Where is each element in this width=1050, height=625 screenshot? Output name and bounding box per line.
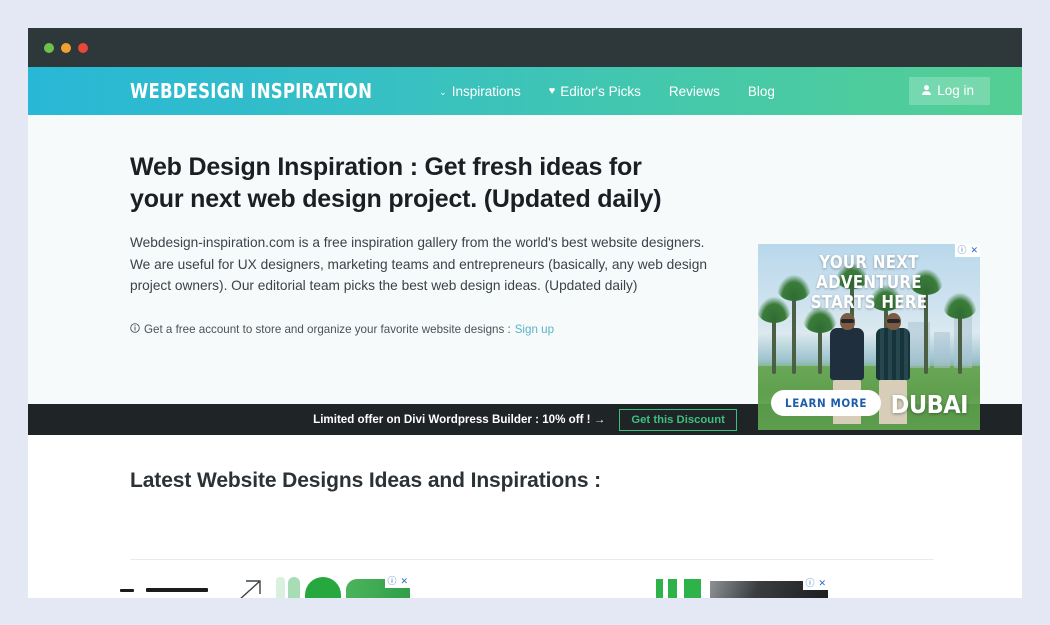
peek-bar-2 — [668, 579, 677, 598]
bottom-ad-close-icon[interactable]: ✕ — [398, 575, 410, 588]
ad-choices-controls: ⓘ ✕ — [955, 244, 980, 257]
login-button[interactable]: Log in — [909, 77, 990, 105]
peek-arrow-icon — [240, 580, 261, 598]
nav-label-editors-picks: Editor's Picks — [560, 83, 641, 99]
page-title: Web Design Inspiration : Get fresh ideas… — [130, 153, 662, 213]
bottom-right-ad-info-icon[interactable]: ⓘ — [803, 577, 816, 590]
main-navigation: ⌄ Inspirations ♥ Editor's Picks Reviews … — [439, 84, 775, 99]
login-label: Log in — [937, 83, 974, 98]
promo-text: Limited offer on Divi Wordpress Builder … — [313, 413, 606, 426]
ad-banner-dubai[interactable]: YOUR NEXT ADVENTURE STARTS HERE LEARN MO… — [758, 244, 980, 430]
peek-bar-3 — [684, 579, 701, 598]
nav-item-inspirations[interactable]: ⌄ Inspirations — [439, 84, 521, 99]
peek-logo-mark-1 — [120, 589, 134, 592]
browser-window: WEBDESIGN INSPIRATION ⌄ Inspirations ♥ E… — [28, 28, 1022, 598]
ad-headline: YOUR NEXT ADVENTURE STARTS HERE — [766, 253, 972, 312]
signup-link[interactable]: Sign up — [515, 323, 554, 336]
ad-building-2 — [934, 332, 950, 368]
ad-headline-line1: YOUR NEXT ADVENTURE — [816, 252, 922, 293]
page-background-bottom — [0, 598, 1050, 625]
window-maximize-dot[interactable] — [61, 42, 71, 53]
hero-section: Web Design Inspiration : Get fresh ideas… — [28, 115, 1022, 430]
section-title: Latest Website Designs Ideas and Inspira… — [130, 469, 602, 492]
peek-bar-1 — [656, 579, 663, 598]
site-logo[interactable]: WEBDESIGN INSPIRATION — [130, 79, 372, 103]
ad-close-icon[interactable]: ✕ — [968, 244, 980, 257]
peek-shape-1 — [276, 577, 285, 598]
bottom-ad-info-icon[interactable]: ⓘ — [385, 575, 398, 588]
peek-shape-2 — [288, 577, 300, 598]
get-discount-button[interactable]: Get this Discount — [619, 408, 737, 431]
ad-palm-tree-3 — [803, 307, 837, 374]
browser-titlebar — [28, 28, 1022, 67]
heart-icon: ♥ — [548, 84, 556, 97]
nav-item-editors-picks[interactable]: ♥ Editor's Picks — [549, 84, 641, 99]
bottom-right-ad-close-icon[interactable]: ✕ — [816, 577, 828, 590]
peek-logo-mark-2 — [146, 588, 208, 592]
latest-designs-section: Latest Website Designs Ideas and Inspira… — [28, 435, 1022, 598]
nav-item-blog[interactable]: Blog — [748, 84, 775, 99]
ad-building-3 — [954, 316, 972, 368]
ad-brand-logo: DUBAI — [890, 390, 969, 419]
ad-palm-tree-1 — [758, 297, 791, 374]
peek-shape-3 — [305, 577, 341, 598]
info-circle-icon — [130, 323, 140, 336]
bottom-right-ad-choices-controls: ⓘ ✕ — [803, 577, 828, 590]
bottom-ad-choices-controls: ⓘ ✕ — [385, 575, 410, 588]
ad-info-icon[interactable]: ⓘ — [955, 244, 968, 257]
ad-learn-more-button[interactable]: LEARN MORE — [771, 390, 882, 416]
user-icon — [922, 84, 932, 97]
signup-note-text: Get a free account to store and organize… — [144, 322, 511, 336]
ad-palm-tree-7 — [943, 293, 977, 374]
nav-item-reviews[interactable]: Reviews — [669, 84, 720, 99]
nav-label-reviews: Reviews — [668, 83, 720, 99]
ad-headline-line2: STARTS HERE — [810, 291, 928, 313]
nav-label-blog: Blog — [747, 83, 775, 99]
section-divider — [130, 559, 934, 560]
signup-note: Get a free account to store and organize… — [130, 323, 690, 336]
chevron-down-icon: ⌄ — [439, 86, 447, 97]
design-card-peek-middle[interactable]: ⓘ ✕ — [226, 575, 410, 598]
window-close-dot[interactable] — [78, 42, 88, 53]
hero-description: Webdesign-inspiration.com is a free insp… — [130, 235, 707, 294]
window-minimize-dot[interactable] — [44, 42, 54, 53]
site-header: WEBDESIGN INSPIRATION ⌄ Inspirations ♥ E… — [28, 67, 1022, 115]
design-card-peek-right[interactable]: ⓘ ✕ — [638, 577, 828, 598]
nav-label-inspirations: Inspirations — [451, 83, 521, 99]
